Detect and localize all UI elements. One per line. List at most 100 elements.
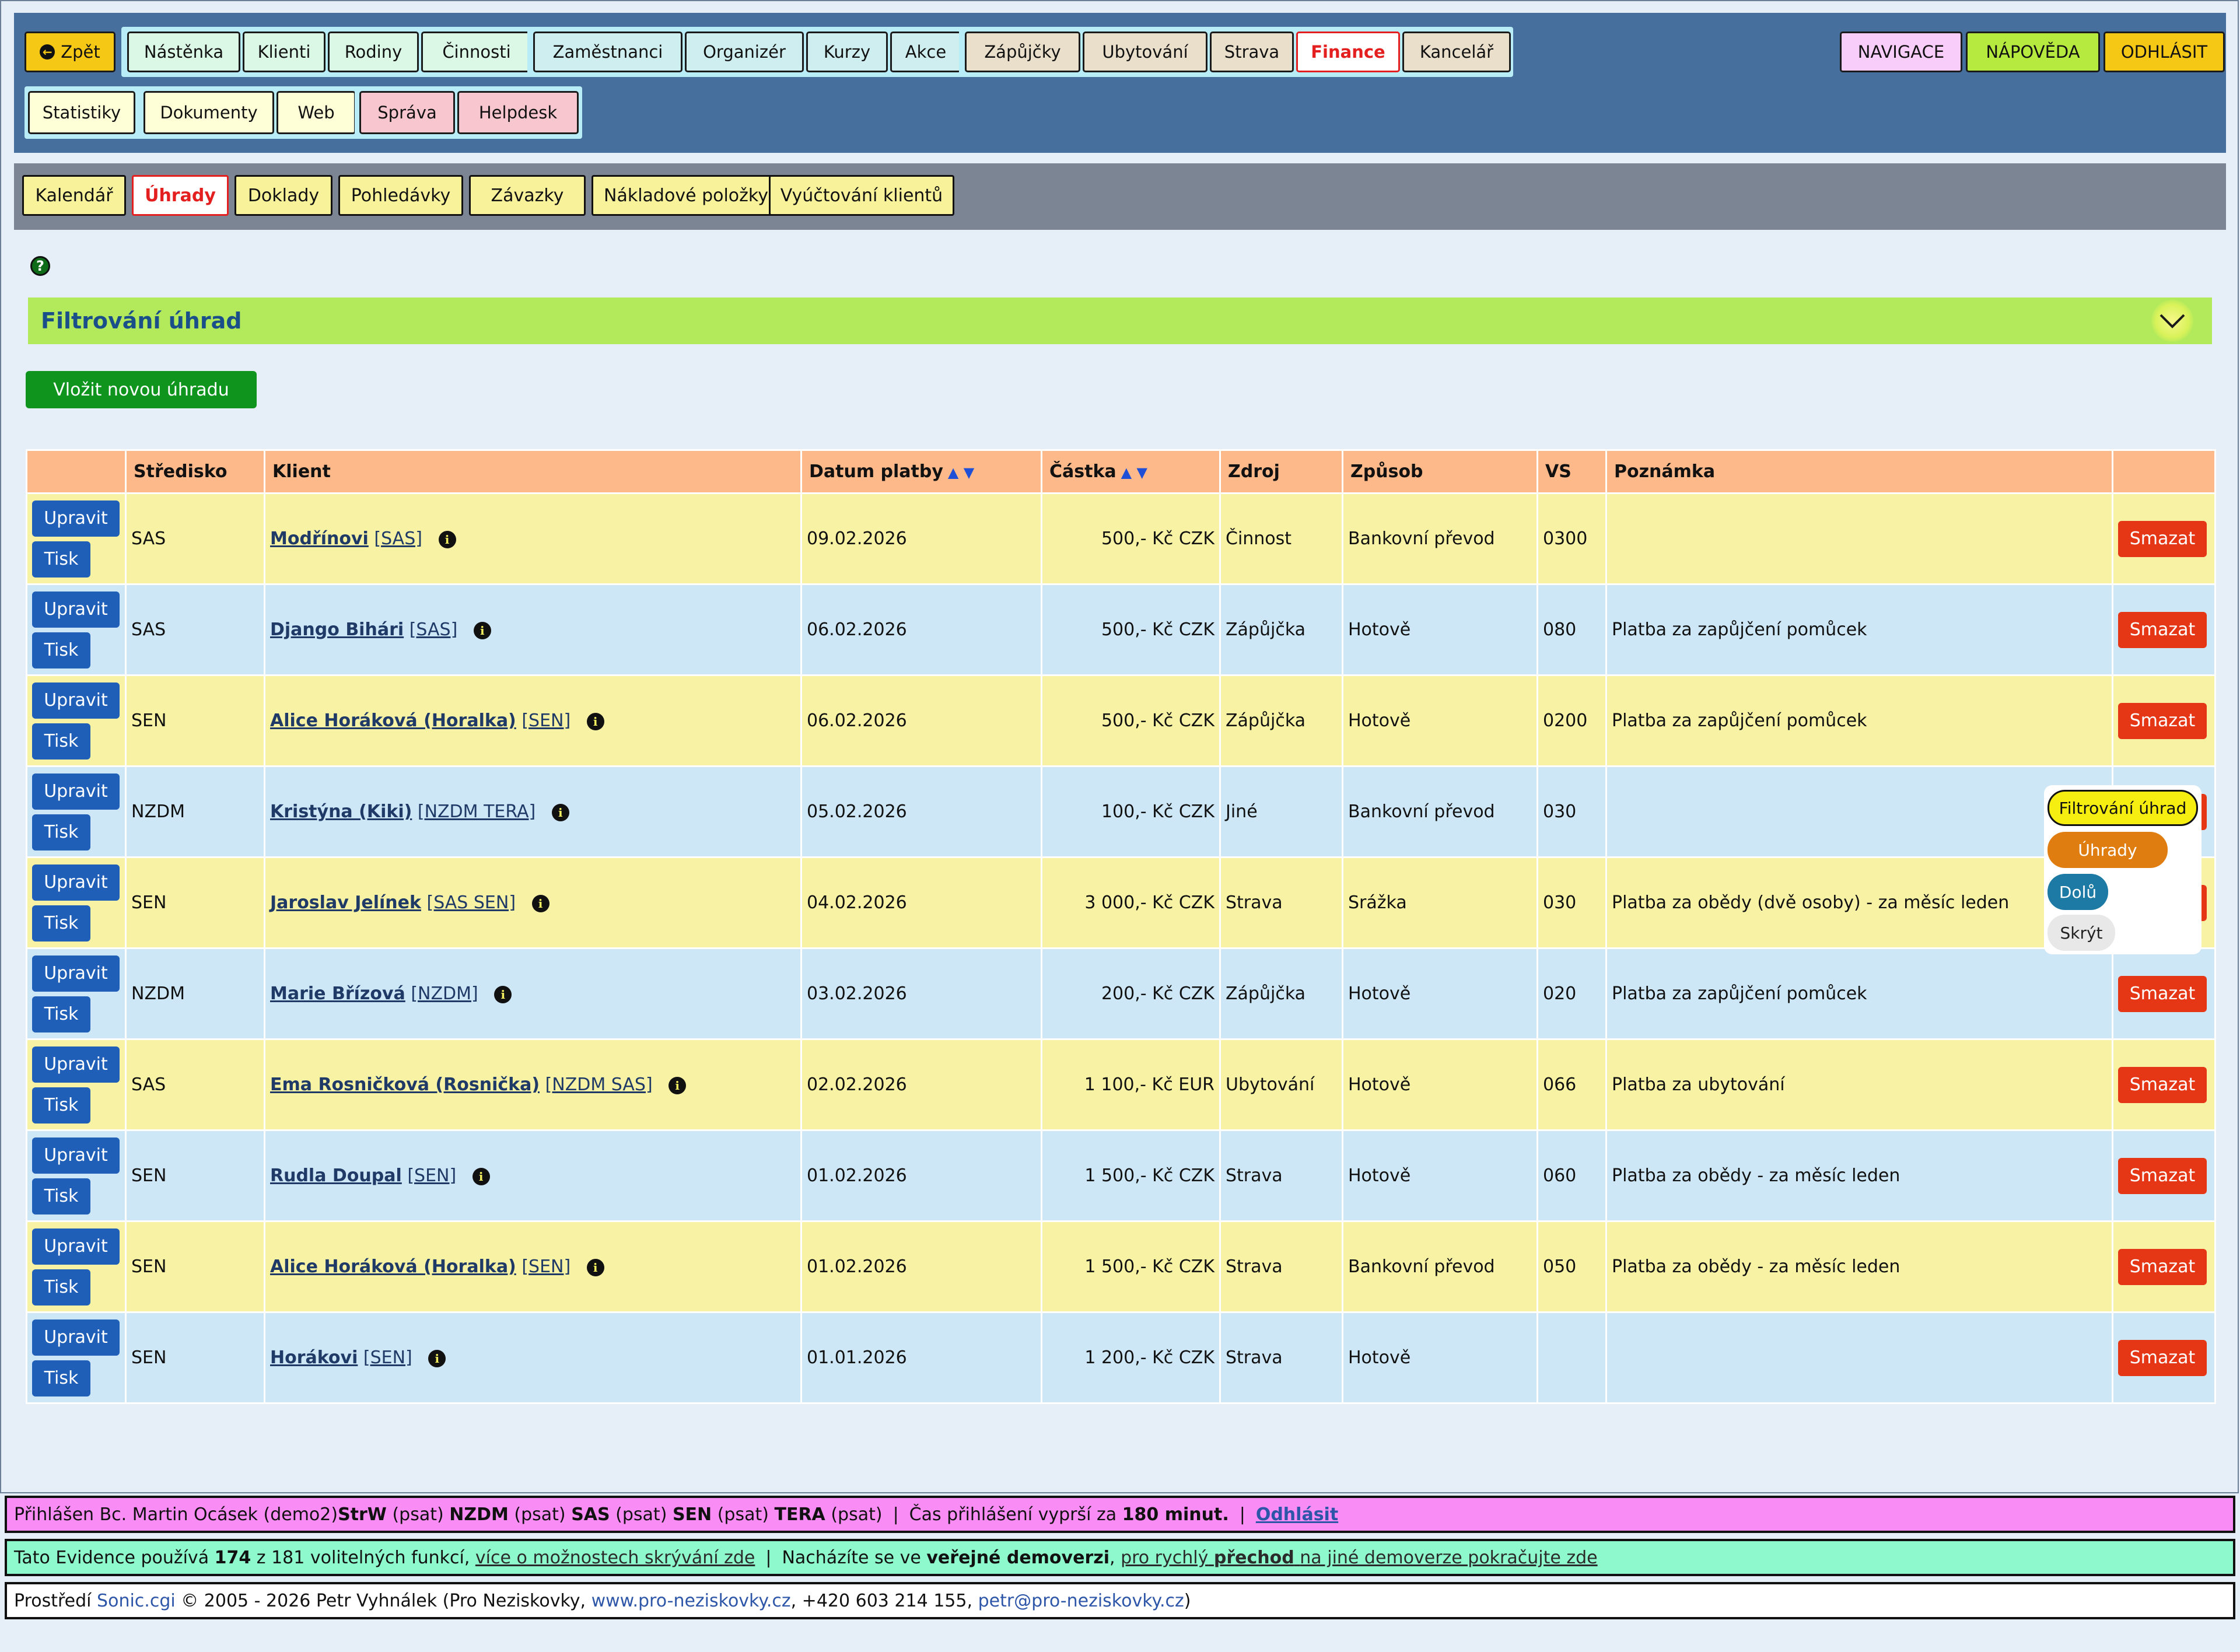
edit-button[interactable]: Upravit <box>32 773 120 810</box>
client-link[interactable]: Marie Břízová <box>270 984 405 1004</box>
print-button[interactable]: Tisk <box>32 723 90 760</box>
filter-panel-header[interactable]: Filtrování úhrad <box>28 298 2212 344</box>
print-button[interactable]: Tisk <box>32 1269 90 1306</box>
delete-button[interactable]: Smazat <box>2118 1339 2207 1376</box>
jump-payments-button[interactable]: Úhrady <box>2048 832 2168 868</box>
client-center-link[interactable]: [SEN] <box>522 710 570 731</box>
nav-item-families[interactable]: Rodiny <box>328 32 419 72</box>
hiding-options-link[interactable]: více o možnostech skrývání zde <box>475 1548 755 1568</box>
footer-logout-link[interactable]: Odhlásit <box>1256 1504 1338 1525</box>
delete-button[interactable]: Smazat <box>2118 520 2207 557</box>
email-link[interactable]: petr@pro-neziskovky.cz <box>978 1591 1184 1611</box>
nav-item-office[interactable]: Kancelář <box>1402 32 1511 72</box>
print-button[interactable]: Tisk <box>32 541 90 578</box>
nav-item-administration[interactable]: Správa <box>359 91 455 134</box>
delete-button[interactable]: Smazat <box>2118 1066 2207 1103</box>
client-center-link[interactable]: [SAS] <box>410 620 458 640</box>
nav-item-web[interactable]: Web <box>276 91 356 134</box>
delete-button[interactable]: Smazat <box>2118 611 2207 648</box>
info-icon[interactable]: i <box>586 712 604 730</box>
hide-menu-button[interactable]: Skrýt <box>2048 915 2115 951</box>
client-center-link[interactable]: [SAS] <box>374 528 422 549</box>
nav-item-accommodation[interactable]: Ubytování <box>1083 32 1208 72</box>
client-center-link[interactable]: [SAS SEN] <box>426 892 516 913</box>
delete-button[interactable]: Smazat <box>2118 1248 2207 1285</box>
info-icon[interactable]: i <box>668 1076 687 1094</box>
edit-button[interactable]: Upravit <box>32 1228 120 1265</box>
client-link[interactable]: Kristýna (Kiki) <box>270 802 412 822</box>
client-center-link[interactable]: [SEN] <box>407 1166 456 1186</box>
subnav-payments[interactable]: Úhrady <box>132 175 229 216</box>
sort-arrows-icon[interactable]: ▲ ▼ <box>948 464 974 481</box>
nav-item-food[interactable]: Strava <box>1210 32 1294 72</box>
nav-item-activities[interactable]: Činnosti <box>421 32 532 72</box>
nav-item-helpdesk[interactable]: Helpdesk <box>457 91 579 134</box>
print-button[interactable]: Tisk <box>32 814 90 850</box>
print-button[interactable]: Tisk <box>32 905 90 942</box>
edit-button[interactable]: Upravit <box>32 1046 120 1083</box>
print-button[interactable]: Tisk <box>32 1360 90 1396</box>
nav-item-documents[interactable]: Dokumenty <box>144 91 274 134</box>
nav-item-courses[interactable]: Kurzy <box>806 32 888 72</box>
info-icon[interactable]: i <box>438 530 456 548</box>
print-button[interactable]: Tisk <box>32 632 90 668</box>
delete-button[interactable]: Smazat <box>2118 975 2207 1012</box>
edit-button[interactable]: Upravit <box>32 500 120 537</box>
nav-item-loans[interactable]: Zápůjčky <box>965 32 1080 72</box>
back-button[interactable]: ← Zpět <box>24 32 116 72</box>
client-center-link[interactable]: [NZDM TERA] <box>418 802 536 822</box>
info-icon[interactable]: i <box>551 803 569 821</box>
print-button[interactable]: Tisk <box>32 1087 90 1124</box>
edit-button[interactable]: Upravit <box>32 864 120 901</box>
client-center-link[interactable]: [SEN] <box>522 1256 570 1277</box>
info-icon[interactable]: i <box>428 1349 446 1367</box>
subnav-client-billing[interactable]: Vyúčtování klientů <box>769 175 954 216</box>
client-link[interactable]: Modřínovi <box>270 528 369 549</box>
info-icon[interactable]: i <box>472 1167 490 1185</box>
client-center-link[interactable]: [SEN] <box>363 1348 412 1368</box>
print-button[interactable]: Tisk <box>32 1178 90 1214</box>
nav-item-statistics[interactable]: Statistiky <box>28 91 135 134</box>
add-payment-button[interactable]: Vložit novou úhradu <box>26 371 257 408</box>
edit-button[interactable]: Upravit <box>32 682 120 719</box>
info-icon[interactable]: i <box>494 985 512 1003</box>
logout-button[interactable]: ODHLÁSIT <box>2104 32 2225 72</box>
switch-demo-link[interactable]: pro rychlý přechod na jiné demoverze pok… <box>1121 1548 1598 1568</box>
client-link[interactable]: Rudla Doupal <box>270 1166 402 1186</box>
client-center-link[interactable]: [NZDM SAS] <box>545 1074 653 1095</box>
nav-item-clients[interactable]: Klienti <box>243 32 326 72</box>
client-link[interactable]: Horákovi <box>270 1348 358 1368</box>
edit-button[interactable]: Upravit <box>32 1137 120 1174</box>
subnav-cost-items[interactable]: Nákladové položky <box>592 175 780 216</box>
jump-down-button[interactable]: Dolů <box>2048 874 2108 910</box>
subnav-receipts[interactable]: Doklady <box>235 175 332 216</box>
print-button[interactable]: Tisk <box>32 996 90 1032</box>
nav-item-employees[interactable]: Zaměstnanci <box>533 32 682 72</box>
nav-item-events[interactable]: Akce <box>890 32 961 72</box>
edit-button[interactable]: Upravit <box>32 591 120 628</box>
sonic-link[interactable]: Sonic.cgi <box>97 1591 176 1611</box>
nav-item-dashboard[interactable]: Nástěnka <box>127 32 240 72</box>
nav-item-finance[interactable]: Finance <box>1296 32 1400 72</box>
jump-filter-button[interactable]: Filtrování úhrad <box>2048 790 2198 826</box>
edit-button[interactable]: Upravit <box>32 955 120 992</box>
help-button[interactable]: NÁPOVĚDA <box>1966 32 2100 72</box>
subnav-calendar[interactable]: Kalendář <box>22 175 126 216</box>
subnav-liabilities[interactable]: Závazky <box>469 175 586 216</box>
edit-button[interactable]: Upravit <box>32 1319 120 1356</box>
delete-button[interactable]: Smazat <box>2118 1157 2207 1194</box>
sort-arrows-icon[interactable]: ▲ ▼ <box>1121 464 1147 481</box>
info-icon[interactable]: i <box>586 1258 604 1276</box>
client-center-link[interactable]: [NZDM] <box>411 984 478 1004</box>
delete-button[interactable]: Smazat <box>2118 702 2207 739</box>
website-link[interactable]: www.pro-neziskovky.cz <box>592 1591 791 1611</box>
client-link[interactable]: Ema Rosničková (Rosnička) <box>270 1074 540 1095</box>
help-question-icon[interactable]: ? <box>30 256 50 276</box>
client-link[interactable]: Jaroslav Jelínek <box>270 892 421 913</box>
navigation-button[interactable]: NAVIGACE <box>1840 32 1962 72</box>
client-link[interactable]: Django Bihári <box>270 620 404 640</box>
nav-item-organizer[interactable]: Organizér <box>685 32 804 72</box>
info-icon[interactable]: i <box>531 894 550 912</box>
client-link[interactable]: Alice Horáková (Horalka) <box>270 710 516 731</box>
chevron-down-icon[interactable] <box>2151 300 2193 342</box>
